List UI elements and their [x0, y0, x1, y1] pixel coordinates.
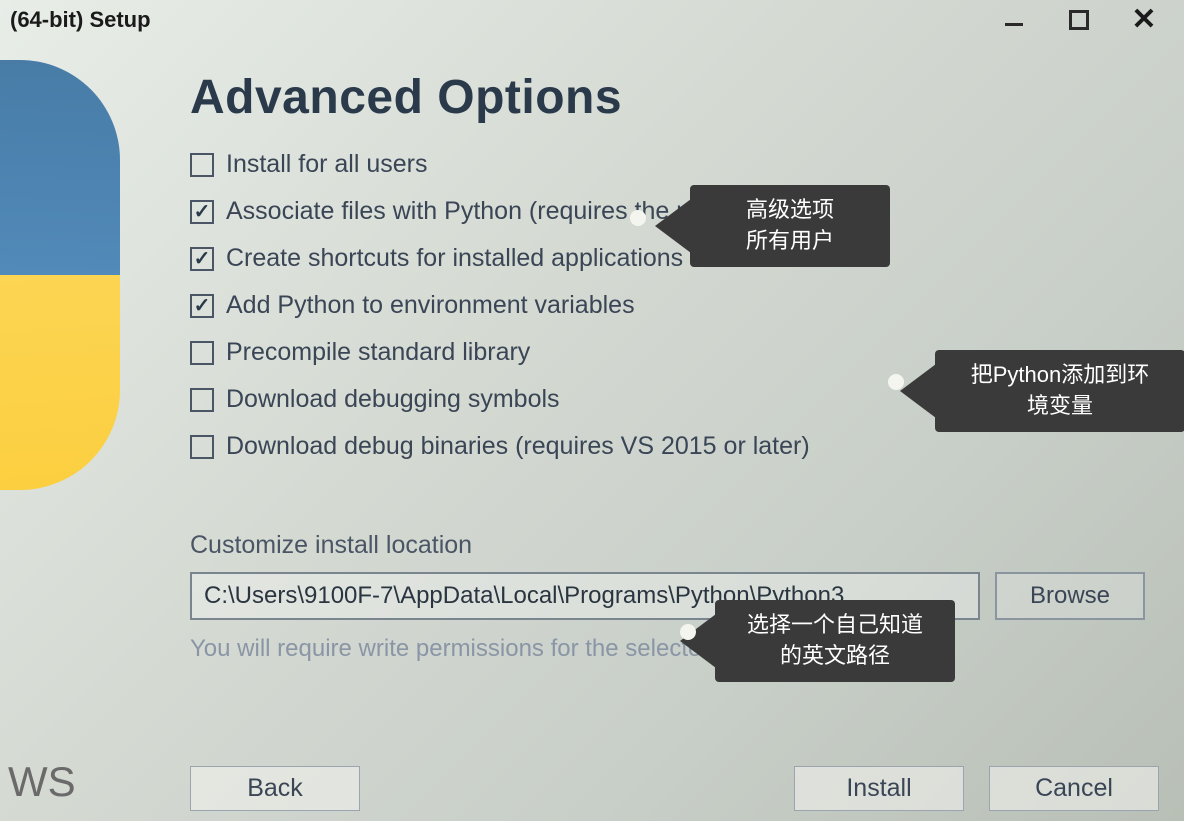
- checkbox-label[interactable]: Add Python to environment variables: [226, 291, 635, 320]
- window-title: (64-bit) Setup: [10, 7, 151, 33]
- close-icon: ✕: [1131, 5, 1156, 35]
- install-location-section: Customize install location Browse You wi…: [190, 531, 1164, 663]
- checkbox-label[interactable]: Download debugging symbols: [226, 385, 560, 414]
- checkbox-label[interactable]: Precompile standard library: [226, 338, 530, 367]
- checkbox-precompile[interactable]: [190, 341, 214, 365]
- option-add-path: Add Python to environment variables: [190, 291, 1164, 320]
- checkbox-label[interactable]: Install for all users: [226, 150, 427, 179]
- button-group-right: Install Cancel: [794, 766, 1159, 811]
- checkbox-create-shortcuts[interactable]: [190, 247, 214, 271]
- cancel-button[interactable]: Cancel: [989, 766, 1159, 811]
- sidebar: [0, 40, 170, 821]
- titlebar: (64-bit) Setup ✕: [0, 0, 1184, 40]
- checkbox-add-path[interactable]: [190, 294, 214, 318]
- content-area: Advanced Options Install for all users A…: [0, 40, 1184, 821]
- option-install-all-users: Install for all users: [190, 150, 1164, 179]
- main-panel: Advanced Options Install for all users A…: [170, 40, 1184, 821]
- browse-button[interactable]: Browse: [995, 572, 1145, 620]
- back-button[interactable]: Back: [190, 766, 360, 811]
- permission-note: You will require write permissions for t…: [190, 635, 1164, 663]
- close-button[interactable]: ✕: [1129, 5, 1159, 35]
- checkbox-label[interactable]: Create shortcuts for installed applicati…: [226, 244, 683, 273]
- annotation-callout: 高级选项 所有用户: [690, 185, 890, 267]
- installer-window: (64-bit) Setup ✕ Advanced Options: [0, 0, 1184, 821]
- button-row: Back Install Cancel: [190, 766, 1159, 811]
- minimize-icon: [1005, 23, 1023, 26]
- minimize-button[interactable]: [999, 5, 1029, 35]
- location-row: Browse: [190, 572, 1164, 620]
- checkbox-debug-symbols[interactable]: [190, 388, 214, 412]
- annotation-dot-icon: [630, 210, 646, 226]
- annotation-callout: 把Python添加到环境变量: [935, 350, 1184, 432]
- maximize-button[interactable]: [1064, 5, 1094, 35]
- maximize-icon: [1069, 10, 1089, 30]
- annotation-callout: 选择一个自己知道的英文路径: [715, 600, 955, 682]
- python-logo-icon: [0, 60, 120, 490]
- sidebar-text: WS: [8, 758, 76, 806]
- checkbox-label[interactable]: Download debug binaries (requires VS 201…: [226, 432, 810, 461]
- checkbox-debug-binaries[interactable]: [190, 435, 214, 459]
- checkbox-associate-files[interactable]: [190, 200, 214, 224]
- location-label: Customize install location: [190, 531, 1164, 560]
- option-debug-binaries: Download debug binaries (requires VS 201…: [190, 432, 1164, 461]
- annotation-dot-icon: [680, 624, 696, 640]
- checkbox-install-all-users[interactable]: [190, 153, 214, 177]
- install-button[interactable]: Install: [794, 766, 964, 811]
- annotation-dot-icon: [888, 374, 904, 390]
- window-controls: ✕: [999, 5, 1159, 35]
- page-title: Advanced Options: [190, 70, 1164, 125]
